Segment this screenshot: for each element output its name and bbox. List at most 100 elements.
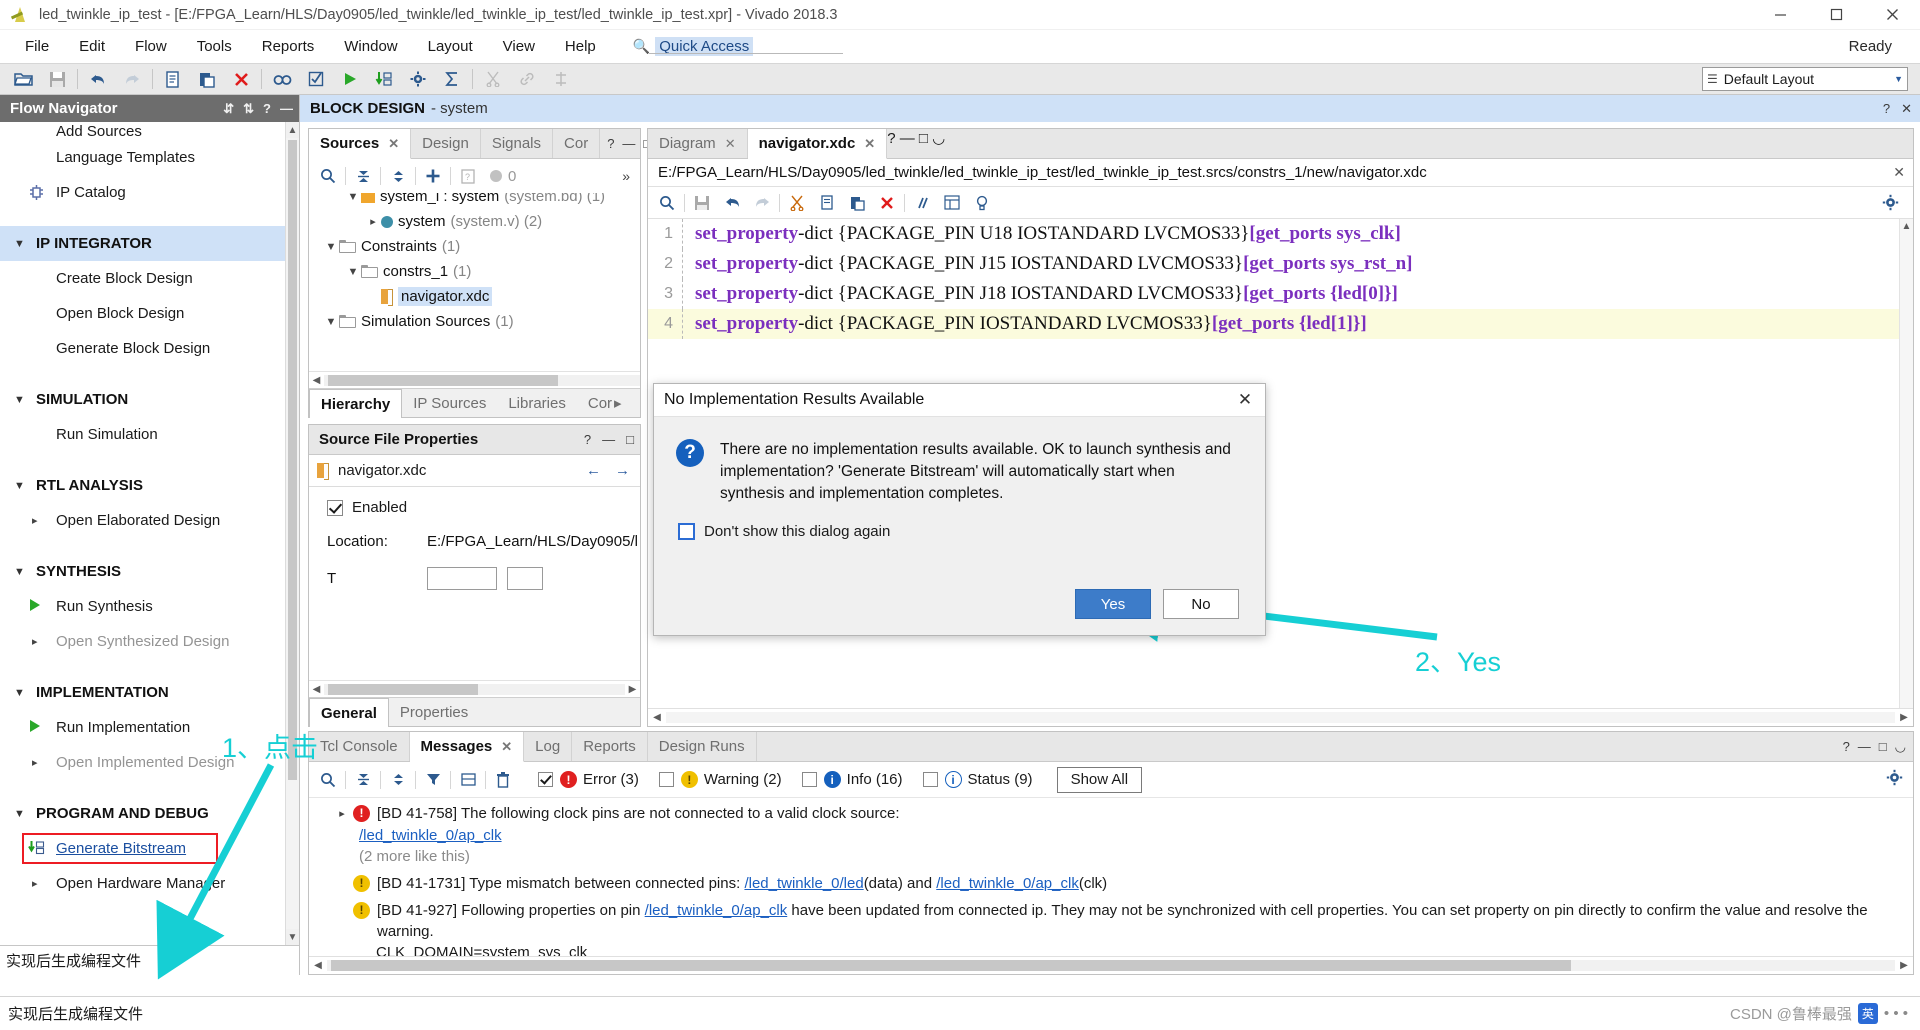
open-project-icon[interactable]	[6, 65, 40, 93]
comment-icon[interactable]	[907, 190, 937, 216]
menu-flow[interactable]: Flow	[120, 34, 182, 59]
tab-hierarchy[interactable]: Hierarchy	[309, 389, 403, 418]
tree-node-system-i[interactable]: ▼ system_i : system (system.bd) (1)	[309, 193, 640, 209]
close-icon[interactable]: ✕	[501, 739, 512, 755]
filter-icon[interactable]	[418, 767, 448, 793]
paste-icon[interactable]	[190, 65, 224, 93]
collapse-all-icon[interactable]	[348, 163, 378, 189]
tab-signals[interactable]: Signals	[481, 129, 554, 158]
tab-properties[interactable]: Properties	[389, 698, 479, 726]
maximize-panel-icon[interactable]: □	[626, 432, 634, 447]
scroll-left-icon[interactable]: ◀	[309, 375, 324, 386]
chevron-down-icon[interactable]: ▼	[323, 241, 339, 253]
message-row[interactable]: ▸ ! [BD 41-758] The following clock pins…	[309, 803, 1913, 825]
sidebar-item-run-simulation[interactable]: Run Simulation	[0, 417, 285, 452]
sidebar-item-create-block-design[interactable]: Create Block Design	[0, 261, 285, 296]
menu-help[interactable]: Help	[550, 34, 611, 59]
filter-info[interactable]: i Info (16)	[801, 771, 903, 788]
properties-horizontal-scrollbar[interactable]: ◀ ▶	[309, 680, 640, 697]
scroll-left-icon[interactable]: ◀	[648, 712, 666, 723]
message-link[interactable]: /led_twinkle_0/ap_clk	[359, 825, 502, 846]
scroll-track[interactable]	[324, 374, 640, 386]
sidebar-section-implementation[interactable]: ▼ IMPLEMENTATION	[0, 675, 285, 710]
tab-cores[interactable]: Cor	[553, 129, 601, 158]
editor-horizontal-scrollbar[interactable]: ◀ ▶	[648, 708, 1913, 726]
maximize-panel-icon[interactable]: □	[1879, 739, 1887, 754]
maximize-button[interactable]	[1808, 0, 1864, 30]
menu-edit[interactable]: Edit	[64, 34, 120, 59]
scrollbar-thumb[interactable]	[331, 960, 1571, 971]
chevron-down-icon[interactable]: ▼	[345, 266, 361, 278]
bulb-icon[interactable]	[967, 190, 997, 216]
tab-design[interactable]: Design	[411, 129, 481, 158]
scroll-right-icon[interactable]: ▶	[1895, 712, 1913, 723]
chevron-right-icon[interactable]: ▸	[365, 215, 381, 228]
close-icon[interactable]: ✕	[725, 136, 736, 152]
message-row[interactable]: /led_twinkle_0/ap_clk	[309, 825, 1913, 846]
scroll-down-icon[interactable]: ▼	[286, 929, 299, 945]
sidebar-section-synthesis[interactable]: ▼ SYNTHESIS	[0, 554, 285, 589]
error-checkbox[interactable]	[538, 772, 553, 787]
dont-show-again-checkbox[interactable]	[678, 523, 695, 540]
sidebar-item-generate-block-design[interactable]: Generate Block Design	[0, 331, 285, 366]
dont-show-again-row[interactable]: Don't show this dialog again	[678, 523, 1239, 540]
filter-error[interactable]: ! Error (3)	[538, 771, 639, 788]
close-icon[interactable]: ✕	[1901, 101, 1912, 117]
message-link[interactable]: /led_twinkle_0/led	[744, 875, 863, 892]
enabled-row[interactable]: Enabled	[327, 499, 640, 516]
message-link[interactable]: /led_twinkle_0/ap_clk	[936, 875, 1079, 892]
sum-icon[interactable]	[435, 65, 469, 93]
message-row[interactable]: ! [BD 41-1731] Type mismatch between con…	[309, 867, 1913, 894]
sidebar-item-open-block-design[interactable]: Open Block Design	[0, 296, 285, 331]
tab-tcl-console[interactable]: Tcl Console	[309, 732, 410, 761]
cut-icon[interactable]	[782, 190, 812, 216]
sidebar-item-open-hardware-manager[interactable]: ▸ Open Hardware Manager	[0, 866, 285, 901]
tab-compile-order[interactable]: Cor ▸	[577, 389, 633, 417]
search-icon[interactable]	[652, 190, 682, 216]
minimize-button[interactable]	[1752, 0, 1808, 30]
sidebar-item-open-synthesized-design[interactable]: ▸ Open Synthesized Design	[0, 624, 285, 659]
save-icon[interactable]	[40, 65, 74, 93]
tab-libraries[interactable]: Libraries	[497, 389, 577, 417]
help-icon[interactable]: ?	[607, 136, 614, 151]
message-row[interactable]: ! [BD 41-927] Following properties on pi…	[309, 894, 1913, 942]
tab-navigator-xdc[interactable]: navigator.xdc ✕	[747, 129, 888, 159]
tab-sources[interactable]: Sources ✕	[309, 129, 412, 159]
tree-node-constrs-1[interactable]: ▼ constrs_1 (1)	[309, 259, 640, 284]
chevron-down-icon[interactable]: ▼	[345, 193, 361, 203]
quick-access-field[interactable]: 🔍 Quick Access	[633, 37, 843, 56]
add-sources-icon[interactable]	[418, 163, 448, 189]
yes-button[interactable]: Yes	[1075, 589, 1151, 619]
chevron-right-icon[interactable]: ▸	[331, 803, 353, 825]
code-line[interactable]: 1 set_property -dict {PACKAGE_PIN U18 IO…	[648, 219, 1913, 249]
filter-status[interactable]: i Status (9)	[922, 771, 1033, 788]
tab-reports[interactable]: Reports	[572, 732, 648, 761]
float-panel-icon[interactable]: ◡	[932, 130, 945, 147]
menu-view[interactable]: View	[488, 34, 550, 59]
sidebar-item-add-sources[interactable]: Add Sources	[0, 122, 285, 140]
scroll-track[interactable]	[324, 683, 625, 695]
search-icon[interactable]	[313, 767, 343, 793]
sidebar-item-ip-catalog[interactable]: IP Catalog	[0, 175, 285, 210]
sidebar-item-run-synthesis[interactable]: Run Synthesis	[0, 589, 285, 624]
chevron-down-icon[interactable]: ▼	[323, 316, 339, 328]
sidebar-section-program-and-debug[interactable]: ▼ PROGRAM AND DEBUG	[0, 796, 285, 831]
scroll-track[interactable]	[327, 960, 1895, 971]
tab-general[interactable]: General	[309, 698, 389, 727]
minimize-panel-icon[interactable]: —	[602, 432, 615, 447]
menu-file[interactable]: File	[10, 34, 64, 59]
close-icon[interactable]: ✕	[1893, 164, 1905, 181]
sidebar-item-open-elaborated-design[interactable]: ▸ Open Elaborated Design	[0, 503, 285, 538]
float-panel-icon[interactable]: ◡	[1895, 739, 1906, 755]
settings-icon[interactable]	[401, 65, 435, 93]
close-icon[interactable]: ✕	[388, 136, 399, 152]
scroll-up-icon[interactable]: ▲	[1900, 219, 1913, 232]
tree-node-system[interactable]: ▸ system (system.v) (2)	[309, 209, 640, 234]
scroll-track[interactable]	[666, 712, 1895, 723]
warning-checkbox[interactable]	[658, 772, 674, 787]
search-replace-icon[interactable]	[265, 65, 299, 93]
run-icon[interactable]	[333, 65, 367, 93]
scroll-right-icon[interactable]: ▶	[1895, 960, 1913, 971]
maximize-panel-icon[interactable]: □	[919, 130, 928, 147]
overflow-icon[interactable]: »	[622, 168, 636, 184]
